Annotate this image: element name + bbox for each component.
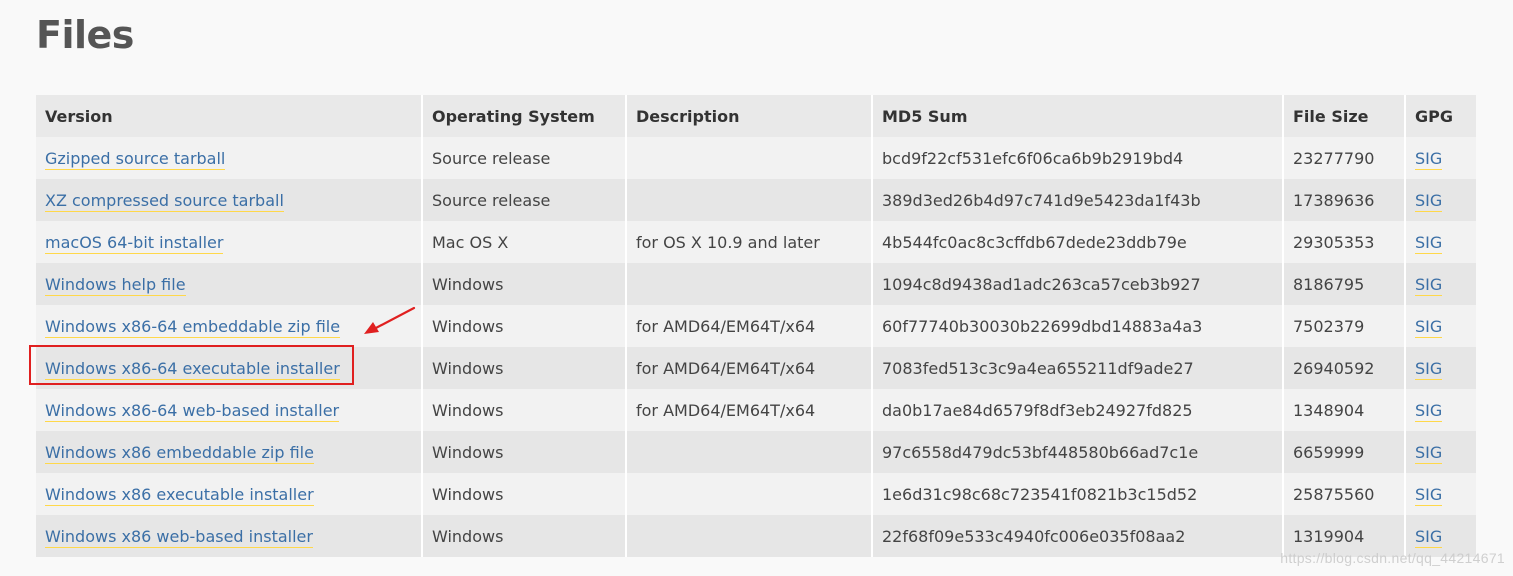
os-cell: Windows xyxy=(423,473,627,515)
table-row: Windows x86-64 executable installer Wind… xyxy=(36,347,1476,389)
table-row: Windows x86 web-based installer Windows … xyxy=(36,515,1476,557)
md5-cell: 97c6558d479dc53bf448580b66ad7c1e xyxy=(873,431,1284,473)
page-title: Files xyxy=(36,13,134,57)
watermark: https://blog.csdn.net/qq_44214671 xyxy=(1280,550,1505,566)
sig-link[interactable]: SIG xyxy=(1415,190,1443,212)
header-operating-system: Operating System xyxy=(423,95,627,137)
description-cell xyxy=(627,263,873,305)
header-version: Version xyxy=(36,95,423,137)
gpg-cell: SIG xyxy=(1406,137,1476,179)
file-download-link[interactable]: Windows help file xyxy=(45,274,186,296)
header-gpg: GPG xyxy=(1406,95,1476,137)
file-download-link[interactable]: Windows x86 web-based installer xyxy=(45,526,313,548)
os-cell: Source release xyxy=(423,179,627,221)
table-row: macOS 64-bit installer Mac OS X for OS X… xyxy=(36,221,1476,263)
sig-link[interactable]: SIG xyxy=(1415,148,1443,170)
description-cell: for OS X 10.9 and later xyxy=(627,221,873,263)
os-cell: Windows xyxy=(423,389,627,431)
file-size-cell: 26940592 xyxy=(1284,347,1406,389)
table-row: XZ compressed source tarball Source rele… xyxy=(36,179,1476,221)
file-download-link[interactable]: Windows x86-64 embeddable zip file xyxy=(45,316,341,338)
sig-link[interactable]: SIG xyxy=(1415,442,1443,464)
md5-cell: 22f68f09e533c4940fc006e035f08aa2 xyxy=(873,515,1284,557)
file-size-cell: 7502379 xyxy=(1284,305,1406,347)
file-size-cell: 23277790 xyxy=(1284,137,1406,179)
table-header-row: Version Operating System Description MD5… xyxy=(36,95,1476,137)
files-table: Version Operating System Description MD5… xyxy=(36,95,1476,557)
gpg-cell: SIG xyxy=(1406,347,1476,389)
file-size-cell: 6659999 xyxy=(1284,431,1406,473)
table-row: Windows help file Windows 1094c8d9438ad1… xyxy=(36,263,1476,305)
table-row: Windows x86-64 embeddable zip file Windo… xyxy=(36,305,1476,347)
file-size-cell: 8186795 xyxy=(1284,263,1406,305)
file-size-cell: 17389636 xyxy=(1284,179,1406,221)
sig-link[interactable]: SIG xyxy=(1415,274,1443,296)
description-cell xyxy=(627,473,873,515)
gpg-cell: SIG xyxy=(1406,473,1476,515)
md5-cell: 60f77740b30030b22699dbd14883a4a3 xyxy=(873,305,1284,347)
gpg-cell: SIG xyxy=(1406,179,1476,221)
sig-link[interactable]: SIG xyxy=(1415,232,1443,254)
os-cell: Source release xyxy=(423,137,627,179)
file-download-link[interactable]: Windows x86-64 web-based installer xyxy=(45,400,340,422)
os-cell: Windows xyxy=(423,347,627,389)
table-row: Windows x86 embeddable zip file Windows … xyxy=(36,431,1476,473)
version-cell: Windows x86 executable installer xyxy=(36,473,423,515)
md5-cell: 389d3ed26b4d97c741d9e5423da1f43b xyxy=(873,179,1284,221)
md5-cell: da0b17ae84d6579f8df3eb24927fd825 xyxy=(873,389,1284,431)
version-cell: Windows x86 embeddable zip file xyxy=(36,431,423,473)
file-download-link[interactable]: Windows x86 embeddable zip file xyxy=(45,442,314,464)
description-cell: for AMD64/EM64T/x64 xyxy=(627,347,873,389)
version-cell: Windows x86-64 web-based installer xyxy=(36,389,423,431)
file-download-link[interactable]: Windows x86-64 executable installer xyxy=(45,358,340,380)
os-cell: Windows xyxy=(423,263,627,305)
md5-cell: 4b544fc0ac8c3cffdb67dede23ddb79e xyxy=(873,221,1284,263)
file-download-link[interactable]: XZ compressed source tarball xyxy=(45,190,284,212)
header-md5-sum: MD5 Sum xyxy=(873,95,1284,137)
version-cell: Windows x86-64 executable installer xyxy=(36,347,423,389)
table-row: Windows x86-64 web-based installer Windo… xyxy=(36,389,1476,431)
version-cell: XZ compressed source tarball xyxy=(36,179,423,221)
version-cell: Windows help file xyxy=(36,263,423,305)
sig-link[interactable]: SIG xyxy=(1415,400,1443,422)
table-row: Gzipped source tarball Source release bc… xyxy=(36,137,1476,179)
md5-cell: bcd9f22cf531efc6f06ca6b9b2919bd4 xyxy=(873,137,1284,179)
sig-link[interactable]: SIG xyxy=(1415,358,1443,380)
description-cell xyxy=(627,515,873,557)
description-cell xyxy=(627,431,873,473)
md5-cell: 1e6d31c98c68c723541f0821b3c15d52 xyxy=(873,473,1284,515)
gpg-cell: SIG xyxy=(1406,221,1476,263)
md5-cell: 1094c8d9438ad1adc263ca57ceb3b927 xyxy=(873,263,1284,305)
sig-link[interactable]: SIG xyxy=(1415,526,1443,548)
header-file-size: File Size xyxy=(1284,95,1406,137)
os-cell: Windows xyxy=(423,305,627,347)
version-cell: Windows x86-64 embeddable zip file xyxy=(36,305,423,347)
gpg-cell: SIG xyxy=(1406,389,1476,431)
file-download-link[interactable]: Windows x86 executable installer xyxy=(45,484,314,506)
file-size-cell: 29305353 xyxy=(1284,221,1406,263)
gpg-cell: SIG xyxy=(1406,431,1476,473)
description-cell xyxy=(627,137,873,179)
sig-link[interactable]: SIG xyxy=(1415,484,1443,506)
gpg-cell: SIG xyxy=(1406,305,1476,347)
sig-link[interactable]: SIG xyxy=(1415,316,1443,338)
description-cell: for AMD64/EM64T/x64 xyxy=(627,305,873,347)
file-download-link[interactable]: Gzipped source tarball xyxy=(45,148,226,170)
table-row: Windows x86 executable installer Windows… xyxy=(36,473,1476,515)
md5-cell: 7083fed513c3c9a4ea655211df9ade27 xyxy=(873,347,1284,389)
gpg-cell: SIG xyxy=(1406,263,1476,305)
os-cell: Windows xyxy=(423,431,627,473)
file-download-link[interactable]: macOS 64-bit installer xyxy=(45,232,224,254)
version-cell: macOS 64-bit installer xyxy=(36,221,423,263)
os-cell: Windows xyxy=(423,515,627,557)
file-size-cell: 25875560 xyxy=(1284,473,1406,515)
file-size-cell: 1348904 xyxy=(1284,389,1406,431)
description-cell: for AMD64/EM64T/x64 xyxy=(627,389,873,431)
header-description: Description xyxy=(627,95,873,137)
description-cell xyxy=(627,179,873,221)
version-cell: Gzipped source tarball xyxy=(36,137,423,179)
os-cell: Mac OS X xyxy=(423,221,627,263)
version-cell: Windows x86 web-based installer xyxy=(36,515,423,557)
